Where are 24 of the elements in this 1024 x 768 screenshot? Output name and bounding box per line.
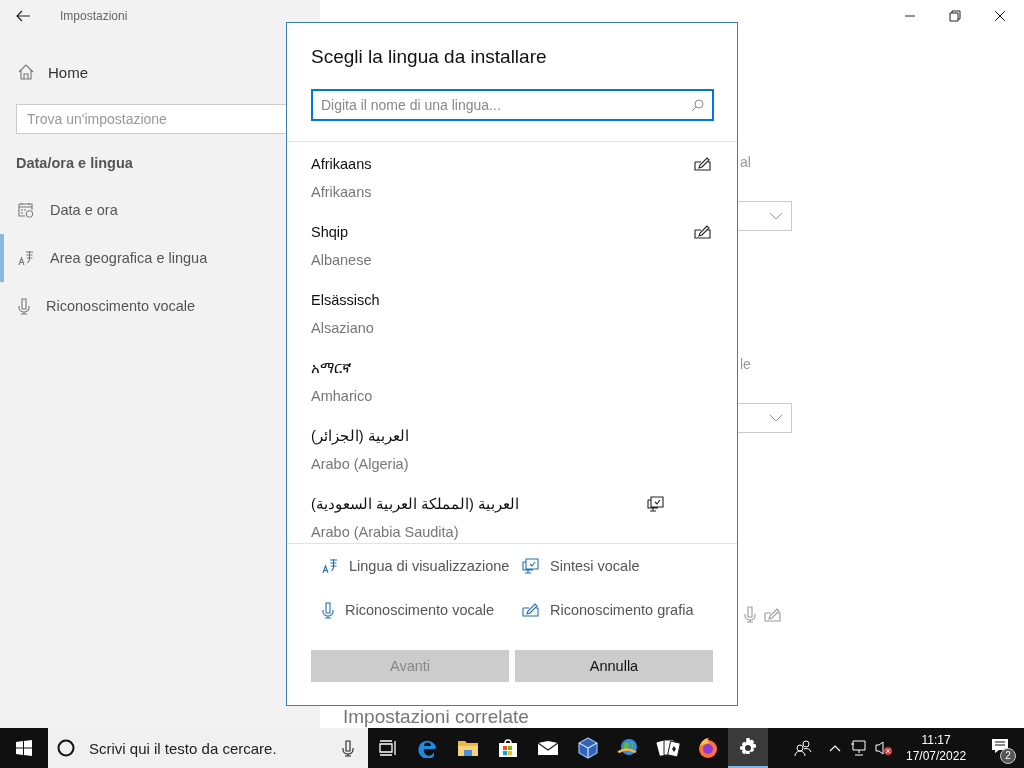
- clock-time: 11:17: [921, 732, 951, 748]
- language-translation: Alsaziano: [311, 319, 375, 338]
- language-translation: Albanese: [311, 251, 373, 270]
- notification-badge: 2: [1000, 748, 1017, 764]
- legend-label: Riconoscimento grafia: [550, 600, 695, 620]
- language-name: Shqip: [311, 223, 350, 242]
- legend-label: Riconoscimento vocale: [345, 600, 496, 620]
- language-translation: Arabo (Arabia Saudita): [311, 523, 460, 542]
- language-name: العربية (الجزائر): [311, 427, 410, 447]
- language-name: Afrikaans: [311, 155, 373, 174]
- legend-label: Sintesi vocale: [550, 556, 641, 576]
- dialog-title: Scegli la lingua da installare: [311, 45, 548, 69]
- language-name: Elsässisch: [311, 291, 381, 310]
- setting-label: le: [740, 356, 751, 372]
- legend-label: Lingua di visualizzazione: [349, 556, 511, 576]
- clock-date: 17/07/2022: [906, 748, 967, 764]
- language-name: አማርኛ: [311, 359, 353, 378]
- setting-label: al: [740, 154, 751, 170]
- language-name: العربية (المملكة العربية السعودية): [311, 495, 520, 515]
- language-translation: Amharico: [311, 387, 374, 406]
- language-translation: Arabo (Algeria): [311, 455, 410, 474]
- section-heading: Impostazioni correlate: [343, 707, 529, 727]
- window-title: Impostazioni: [60, 9, 128, 23]
- language-translation: Afrikaans: [311, 183, 373, 202]
